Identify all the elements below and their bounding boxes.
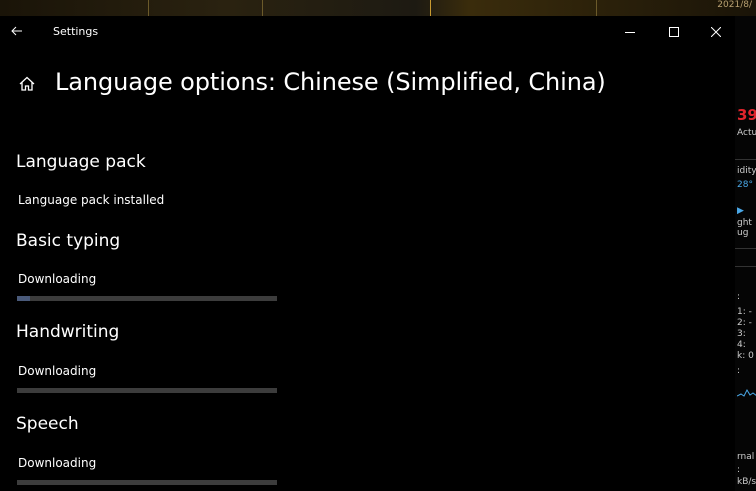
speech-progress-bar — [17, 480, 277, 485]
desktop-decoration — [262, 0, 263, 16]
widget-text: : — [737, 366, 741, 376]
basic-typing-status: Downloading — [18, 272, 97, 286]
section-basic-typing-heading: Basic typing — [16, 231, 121, 251]
close-icon — [711, 26, 721, 37]
section-speech-heading: Speech — [16, 414, 79, 434]
basic-typing-progress-bar — [17, 296, 277, 301]
widget-divider — [735, 266, 756, 267]
widget-text: : — [737, 292, 741, 302]
widget-text: kB/s — [737, 477, 756, 487]
handwriting-status: Downloading — [18, 364, 97, 378]
desktop-decoration — [430, 0, 431, 16]
widget-text: ug — [737, 228, 749, 238]
speech-status: Downloading — [18, 456, 97, 470]
section-language-pack-heading: Language pack — [16, 152, 146, 172]
handwriting-progress-bar — [17, 388, 277, 393]
language-pack-status: Language pack installed — [18, 193, 165, 207]
widget-text: 2: - — [737, 318, 752, 328]
widget-text: 28° — [737, 180, 753, 190]
desktop-date-fragment: 2021/8/ — [717, 0, 752, 10]
widget-text: 3: — [737, 329, 746, 339]
widget-text: 1: - — [737, 307, 752, 317]
page-title: Language options: Chinese (Simplified, C… — [55, 68, 606, 96]
network-graph-icon — [737, 388, 756, 397]
section-handwriting-heading: Handwriting — [16, 322, 120, 342]
desktop-background-top: 2021/8/ — [0, 0, 756, 16]
widget-text: 4: — [737, 340, 746, 350]
widget-divider — [735, 159, 756, 160]
maximize-icon — [669, 26, 679, 37]
widget-text: ght — [737, 218, 752, 228]
title-bar[interactable]: Settings — [0, 16, 735, 47]
weather-arrow-icon: ▶ — [737, 206, 744, 216]
close-button[interactable] — [694, 16, 738, 47]
back-arrow-icon — [11, 26, 22, 36]
widget-text: : — [737, 465, 741, 475]
widget-text: rnal — [737, 452, 755, 462]
back-button[interactable] — [6, 20, 28, 42]
desktop-decoration — [596, 0, 597, 16]
maximize-button[interactable] — [652, 16, 696, 47]
settings-window: Settings Language options: Chinese (Simp… — [0, 16, 735, 491]
widget-temperature: 39 — [737, 106, 756, 124]
widget-divider — [735, 248, 756, 249]
desktop-decoration — [148, 0, 149, 16]
minimize-button[interactable] — [608, 16, 652, 47]
widget-text: idity — [737, 166, 756, 176]
app-title: Settings — [53, 25, 99, 38]
minimize-icon — [625, 31, 635, 33]
basic-typing-progress-fill — [17, 296, 30, 301]
widget-text: Actua — [737, 128, 756, 138]
desktop-widget-strip: 39 Actua idity 28° ▶ ght ug : 1: - 2: - … — [735, 16, 756, 491]
widget-text: k: 0 — [737, 351, 754, 361]
home-icon[interactable] — [16, 73, 38, 95]
